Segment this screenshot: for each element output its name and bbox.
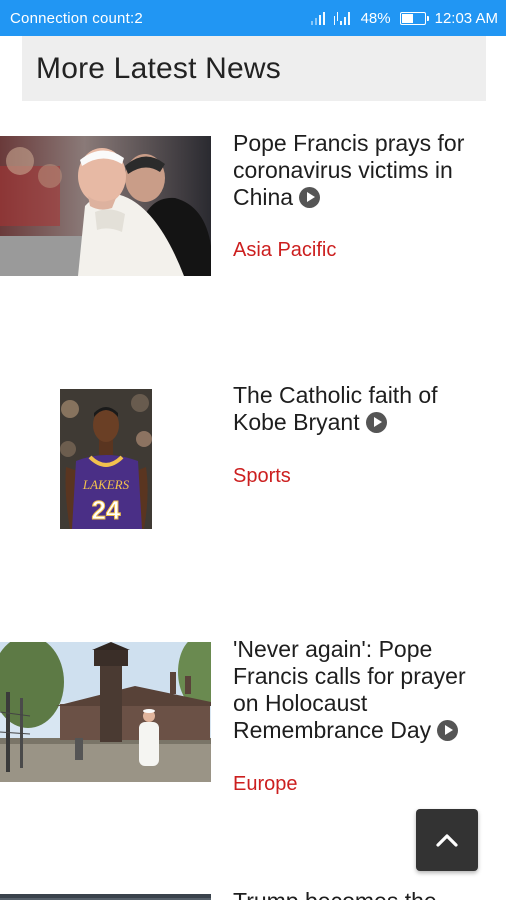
news-headline[interactable]: The Catholic faith of Kobe Bryant: [233, 382, 491, 436]
play-icon[interactable]: [365, 412, 387, 433]
news-item[interactable]: LAKERS 24 The Catholic faith of Kobe Bry…: [0, 382, 506, 538]
signal-icon: [310, 11, 325, 25]
headline-text[interactable]: Trump becomes the: [233, 888, 437, 900]
battery-icon: [399, 11, 429, 25]
section-header: More Latest News: [22, 36, 486, 101]
connection-count-text: Connection count:2: [10, 9, 143, 27]
app-screen: Connection count:2 48% 12:03 AM More Lat…: [0, 0, 506, 900]
play-icon[interactable]: [437, 720, 459, 741]
pope-francis-photo[interactable]: [0, 136, 211, 276]
section-title: More Latest News: [36, 51, 281, 85]
headline-text[interactable]: Pope Francis prays for coronavirus victi…: [233, 130, 464, 210]
svg-text:LAKERS: LAKERS: [82, 477, 130, 492]
news-category[interactable]: Sports: [233, 465, 291, 488]
clock: 12:03 AM: [434, 9, 498, 27]
status-icons: 48% 12:03 AM: [310, 9, 498, 27]
battery-level: [401, 13, 414, 23]
status-bar: Connection count:2 48% 12:03 AM: [0, 0, 506, 36]
news-headline[interactable]: Trump becomes the: [233, 888, 491, 900]
partial-photo[interactable]: [0, 894, 211, 900]
play-icon[interactable]: [299, 187, 321, 208]
headline-text[interactable]: 'Never again': Pope Francis calls for pr…: [233, 636, 466, 743]
news-item[interactable]: Trump becomes the: [0, 888, 506, 900]
news-headline[interactable]: 'Never again': Pope Francis calls for pr…: [233, 636, 491, 744]
battery-percent: 48%: [360, 9, 391, 27]
headline-text[interactable]: The Catholic faith of Kobe Bryant: [233, 382, 438, 435]
auschwitz-photo[interactable]: [0, 642, 211, 782]
chevron-up-icon: [436, 834, 458, 847]
scroll-to-top-button[interactable]: [416, 809, 478, 871]
data-signal-icon: [333, 11, 352, 25]
news-headline[interactable]: Pope Francis prays for coronavirus victi…: [233, 130, 491, 211]
kobe-bryant-photo[interactable]: LAKERS 24: [60, 389, 152, 529]
news-category[interactable]: Europe: [233, 773, 298, 796]
news-item[interactable]: Pope Francis prays for coronavirus victi…: [0, 130, 506, 286]
news-item[interactable]: 'Never again': Pope Francis calls for pr…: [0, 636, 506, 802]
svg-text:24: 24: [92, 495, 121, 525]
news-category[interactable]: Asia Pacific: [233, 239, 336, 262]
